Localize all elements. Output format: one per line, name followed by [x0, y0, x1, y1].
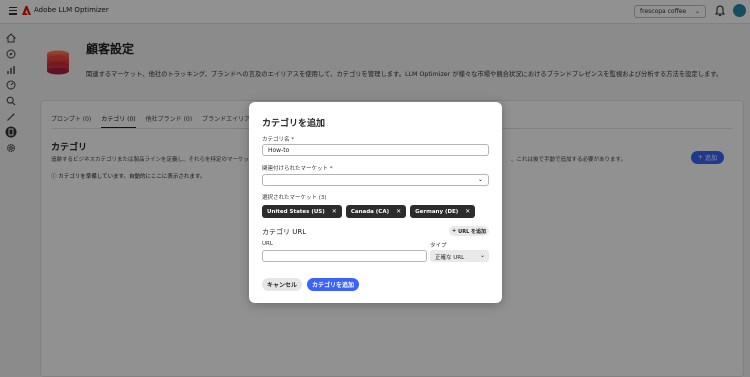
market-chip-ca: Canada (CA) ✕ — [345, 205, 407, 218]
category-name-label-text: カテゴリ名 — [262, 137, 290, 143]
add-url-button[interactable]: + URL を追加 — [449, 226, 489, 236]
close-icon[interactable]: ✕ — [332, 208, 337, 215]
selected-markets-label: 選択されたマーケット (3) — [262, 195, 327, 201]
close-icon[interactable]: ✕ — [465, 208, 470, 215]
type-label: タイプ — [430, 243, 447, 249]
plus-icon: + — [451, 228, 457, 234]
category-name-label: カテゴリ名 * — [262, 135, 294, 143]
category-url-title: カテゴリ URL — [262, 228, 307, 236]
add-category-submit-button[interactable]: カテゴリを追加 — [307, 278, 359, 291]
add-url-label: URL を追加 — [458, 228, 487, 235]
required-asterisk: * — [291, 137, 295, 143]
market-label: 関連付けられたマーケット * — [262, 164, 333, 172]
dialog-title: カテゴリを追加 — [262, 119, 326, 129]
add-category-dialog: カテゴリを追加 カテゴリ名 * How-to 関連付けられたマーケット * ⌄ … — [249, 102, 502, 303]
url-label: URL — [262, 241, 273, 247]
cancel-button[interactable]: キャンセル — [262, 278, 302, 291]
chevron-down-icon: ⌄ — [479, 252, 485, 259]
chevron-down-icon: ⌄ — [477, 176, 484, 183]
market-label-text: 関連付けられたマーケット — [262, 166, 329, 172]
category-name-input[interactable]: How-to — [262, 144, 489, 156]
close-icon[interactable]: ✕ — [396, 208, 401, 215]
url-input[interactable] — [262, 250, 427, 262]
required-asterisk: * — [329, 166, 333, 172]
market-chip-us: United States (US) ✕ — [262, 205, 342, 218]
market-chip-label: United States (US) — [267, 208, 325, 215]
type-select[interactable]: 正確な URL ⌄ — [430, 250, 489, 262]
type-select-value: 正確な URL — [435, 255, 465, 261]
selected-markets: United States (US) ✕ Canada (CA) ✕ Germa… — [262, 205, 476, 218]
market-chip-de: Germany (DE) ✕ — [410, 205, 476, 218]
market-chip-label: Germany (DE) — [415, 208, 459, 215]
market-select[interactable]: ⌄ — [262, 174, 489, 186]
market-chip-label: Canada (CA) — [350, 208, 390, 215]
